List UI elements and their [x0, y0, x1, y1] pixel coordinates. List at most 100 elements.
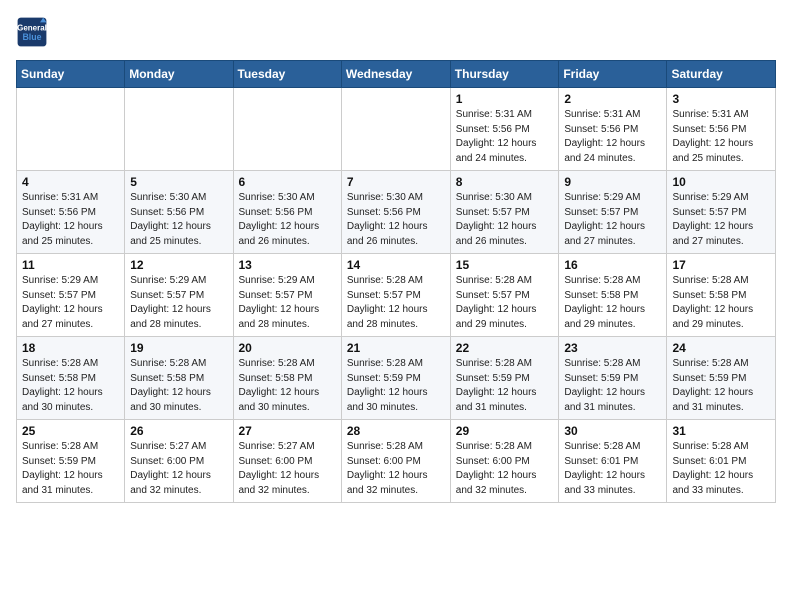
calendar-cell: 21Sunrise: 5:28 AM Sunset: 5:59 PM Dayli… [341, 337, 450, 420]
day-info: Sunrise: 5:28 AM Sunset: 6:01 PM Dayligh… [672, 440, 770, 498]
day-number: 18 [22, 341, 119, 355]
day-number: 25 [22, 424, 119, 438]
day-info: Sunrise: 5:28 AM Sunset: 5:58 PM Dayligh… [672, 274, 770, 332]
calendar-cell: 5 Sunrise: 5:30 AM Sunset: 5:56 PM Daylig… [125, 171, 233, 254]
day-number: 15 [456, 258, 554, 272]
calendar-cell: 23 Sunrise: 5:28 AM Sunset: 5:59 PM Dayli… [559, 337, 667, 420]
day-info: Sunrise: 5:28 AM Sunset: 5:57 PM Dayligh… [456, 274, 554, 332]
calendar-cell: 28 Sunrise: 5:28 AM Sunset: 6:00 PM Dayli… [341, 420, 450, 503]
day-info: Sunrise: 5:28 AM Sunset: 6:00 PM Dayligh… [347, 440, 445, 498]
calendar-cell: 8 Sunrise: 5:30 AM Sunset: 5:57 PM Daylig… [450, 171, 559, 254]
day-number: 1 [456, 92, 554, 106]
svg-text:General: General [17, 23, 47, 32]
day-number: 7 [347, 175, 445, 189]
calendar-cell: 16 Sunrise: 5:28 AM Sunset: 5:58 PM Dayli… [559, 254, 667, 337]
day-info: Sunrise: 5:31 AM Sunset: 5:56 PM Dayligh… [564, 108, 661, 166]
weekday-header-saturday: Saturday [667, 61, 776, 88]
day-number: 16 [564, 258, 661, 272]
day-number: 21 [347, 341, 445, 355]
calendar-week-row: 1 Sunrise: 5:31 AM Sunset: 5:56 PM Daylig… [17, 88, 776, 171]
calendar-cell: 31 Sunrise: 5:28 AM Sunset: 6:01 PM Dayli… [667, 420, 776, 503]
day-number: 30 [564, 424, 661, 438]
day-number: 2 [564, 92, 661, 106]
calendar-cell: 2 Sunrise: 5:31 AM Sunset: 5:56 PM Daylig… [559, 88, 667, 171]
calendar-cell [125, 88, 233, 171]
day-number: 13 [239, 258, 336, 272]
day-number: 20 [239, 341, 336, 355]
day-info: Sunrise: 5:28 AM Sunset: 5:59 PM Dayligh… [672, 357, 770, 415]
day-number: 31 [672, 424, 770, 438]
calendar-cell: 4 Sunrise: 5:31 AM Sunset: 5:56 PM Daylig… [17, 171, 125, 254]
day-info: Sunrise: 5:29 AM Sunset: 5:57 PM Dayligh… [239, 274, 336, 332]
day-number: 10 [672, 175, 770, 189]
day-number: 8 [456, 175, 554, 189]
day-info: Sunrise: 5:30 AM Sunset: 5:56 PM Dayligh… [130, 191, 227, 249]
day-info: Sunrise: 5:28 AM Sunset: 5:58 PM Dayligh… [564, 274, 661, 332]
day-number: 23 [564, 341, 661, 355]
calendar-cell: 13 Sunrise: 5:29 AM Sunset: 5:57 PM Dayli… [233, 254, 341, 337]
day-info: Sunrise: 5:28 AM Sunset: 5:59 PM Dayligh… [22, 440, 119, 498]
day-info: Sunrise: 5:28 AM Sunset: 5:58 PM Dayligh… [22, 357, 119, 415]
calendar-week-row: 25 Sunrise: 5:28 AM Sunset: 5:59 PM Dayli… [17, 420, 776, 503]
day-info: Sunrise: 5:28 AM Sunset: 5:58 PM Dayligh… [239, 357, 336, 415]
day-info: Sunrise: 5:31 AM Sunset: 5:56 PM Dayligh… [456, 108, 554, 166]
weekday-header-monday: Monday [125, 61, 233, 88]
day-number: 27 [239, 424, 336, 438]
day-number: 26 [130, 424, 227, 438]
calendar-cell: 19 Sunrise: 5:28 AM Sunset: 5:58 PM Dayli… [125, 337, 233, 420]
calendar-cell: 15 Sunrise: 5:28 AM Sunset: 5:57 PM Dayli… [450, 254, 559, 337]
day-info: Sunrise: 5:31 AM Sunset: 5:56 PM Dayligh… [672, 108, 770, 166]
calendar-cell: 29Sunrise: 5:28 AM Sunset: 6:00 PM Dayli… [450, 420, 559, 503]
day-info: Sunrise: 5:29 AM Sunset: 5:57 PM Dayligh… [22, 274, 119, 332]
day-number: 28 [347, 424, 445, 438]
day-info: Sunrise: 5:31 AM Sunset: 5:56 PM Dayligh… [22, 191, 119, 249]
day-number: 29 [456, 424, 554, 438]
day-number: 19 [130, 341, 227, 355]
calendar-cell [233, 88, 341, 171]
calendar-cell: 9 Sunrise: 5:29 AM Sunset: 5:57 PM Daylig… [559, 171, 667, 254]
day-info: Sunrise: 5:30 AM Sunset: 5:57 PM Dayligh… [456, 191, 554, 249]
day-number: 22 [456, 341, 554, 355]
day-info: Sunrise: 5:28 AM Sunset: 5:59 PM Dayligh… [456, 357, 554, 415]
calendar-cell: 10 Sunrise: 5:29 AM Sunset: 5:57 PM Dayli… [667, 171, 776, 254]
day-info: Sunrise: 5:28 AM Sunset: 5:58 PM Dayligh… [130, 357, 227, 415]
calendar-cell: 17 Sunrise: 5:28 AM Sunset: 5:58 PM Dayli… [667, 254, 776, 337]
day-number: 4 [22, 175, 119, 189]
calendar-cell: 14Sunrise: 5:28 AM Sunset: 5:57 PM Dayli… [341, 254, 450, 337]
day-info: Sunrise: 5:28 AM Sunset: 5:59 PM Dayligh… [564, 357, 661, 415]
day-number: 17 [672, 258, 770, 272]
day-number: 5 [130, 175, 227, 189]
calendar-header-row: SundayMondayTuesdayWednesdayThursdayFrid… [17, 61, 776, 88]
day-number: 11 [22, 258, 119, 272]
weekday-header-tuesday: Tuesday [233, 61, 341, 88]
svg-text:Blue: Blue [22, 32, 41, 42]
day-info: Sunrise: 5:30 AM Sunset: 5:56 PM Dayligh… [239, 191, 336, 249]
calendar-cell: 7Sunrise: 5:30 AM Sunset: 5:56 PM Daylig… [341, 171, 450, 254]
day-info: Sunrise: 5:28 AM Sunset: 6:01 PM Dayligh… [564, 440, 661, 498]
day-info: Sunrise: 5:29 AM Sunset: 5:57 PM Dayligh… [672, 191, 770, 249]
calendar-cell: 24 Sunrise: 5:28 AM Sunset: 5:59 PM Dayli… [667, 337, 776, 420]
calendar-week-row: 11 Sunrise: 5:29 AM Sunset: 5:57 PM Dayli… [17, 254, 776, 337]
weekday-header-sunday: Sunday [17, 61, 125, 88]
calendar-cell: 1 Sunrise: 5:31 AM Sunset: 5:56 PM Daylig… [450, 88, 559, 171]
calendar-cell: 18 Sunrise: 5:28 AM Sunset: 5:58 PM Dayli… [17, 337, 125, 420]
calendar-cell: 3Sunrise: 5:31 AM Sunset: 5:56 PM Daylig… [667, 88, 776, 171]
calendar-cell: 11 Sunrise: 5:29 AM Sunset: 5:57 PM Dayli… [17, 254, 125, 337]
day-number: 24 [672, 341, 770, 355]
calendar-week-row: 4 Sunrise: 5:31 AM Sunset: 5:56 PM Daylig… [17, 171, 776, 254]
day-info: Sunrise: 5:27 AM Sunset: 6:00 PM Dayligh… [239, 440, 336, 498]
calendar-cell: 27 Sunrise: 5:27 AM Sunset: 6:00 PM Dayli… [233, 420, 341, 503]
calendar-cell: 25 Sunrise: 5:28 AM Sunset: 5:59 PM Dayli… [17, 420, 125, 503]
calendar-cell: 22 Sunrise: 5:28 AM Sunset: 5:59 PM Dayli… [450, 337, 559, 420]
calendar-week-row: 18 Sunrise: 5:28 AM Sunset: 5:58 PM Dayli… [17, 337, 776, 420]
calendar-cell [341, 88, 450, 171]
calendar-table: SundayMondayTuesdayWednesdayThursdayFrid… [16, 60, 776, 503]
day-number: 9 [564, 175, 661, 189]
logo-icon: General Blue [16, 16, 48, 48]
weekday-header-thursday: Thursday [450, 61, 559, 88]
weekday-header-friday: Friday [559, 61, 667, 88]
calendar-cell: 20 Sunrise: 5:28 AM Sunset: 5:58 PM Dayli… [233, 337, 341, 420]
logo: General Blue [16, 16, 48, 48]
day-info: Sunrise: 5:29 AM Sunset: 5:57 PM Dayligh… [564, 191, 661, 249]
day-number: 14 [347, 258, 445, 272]
